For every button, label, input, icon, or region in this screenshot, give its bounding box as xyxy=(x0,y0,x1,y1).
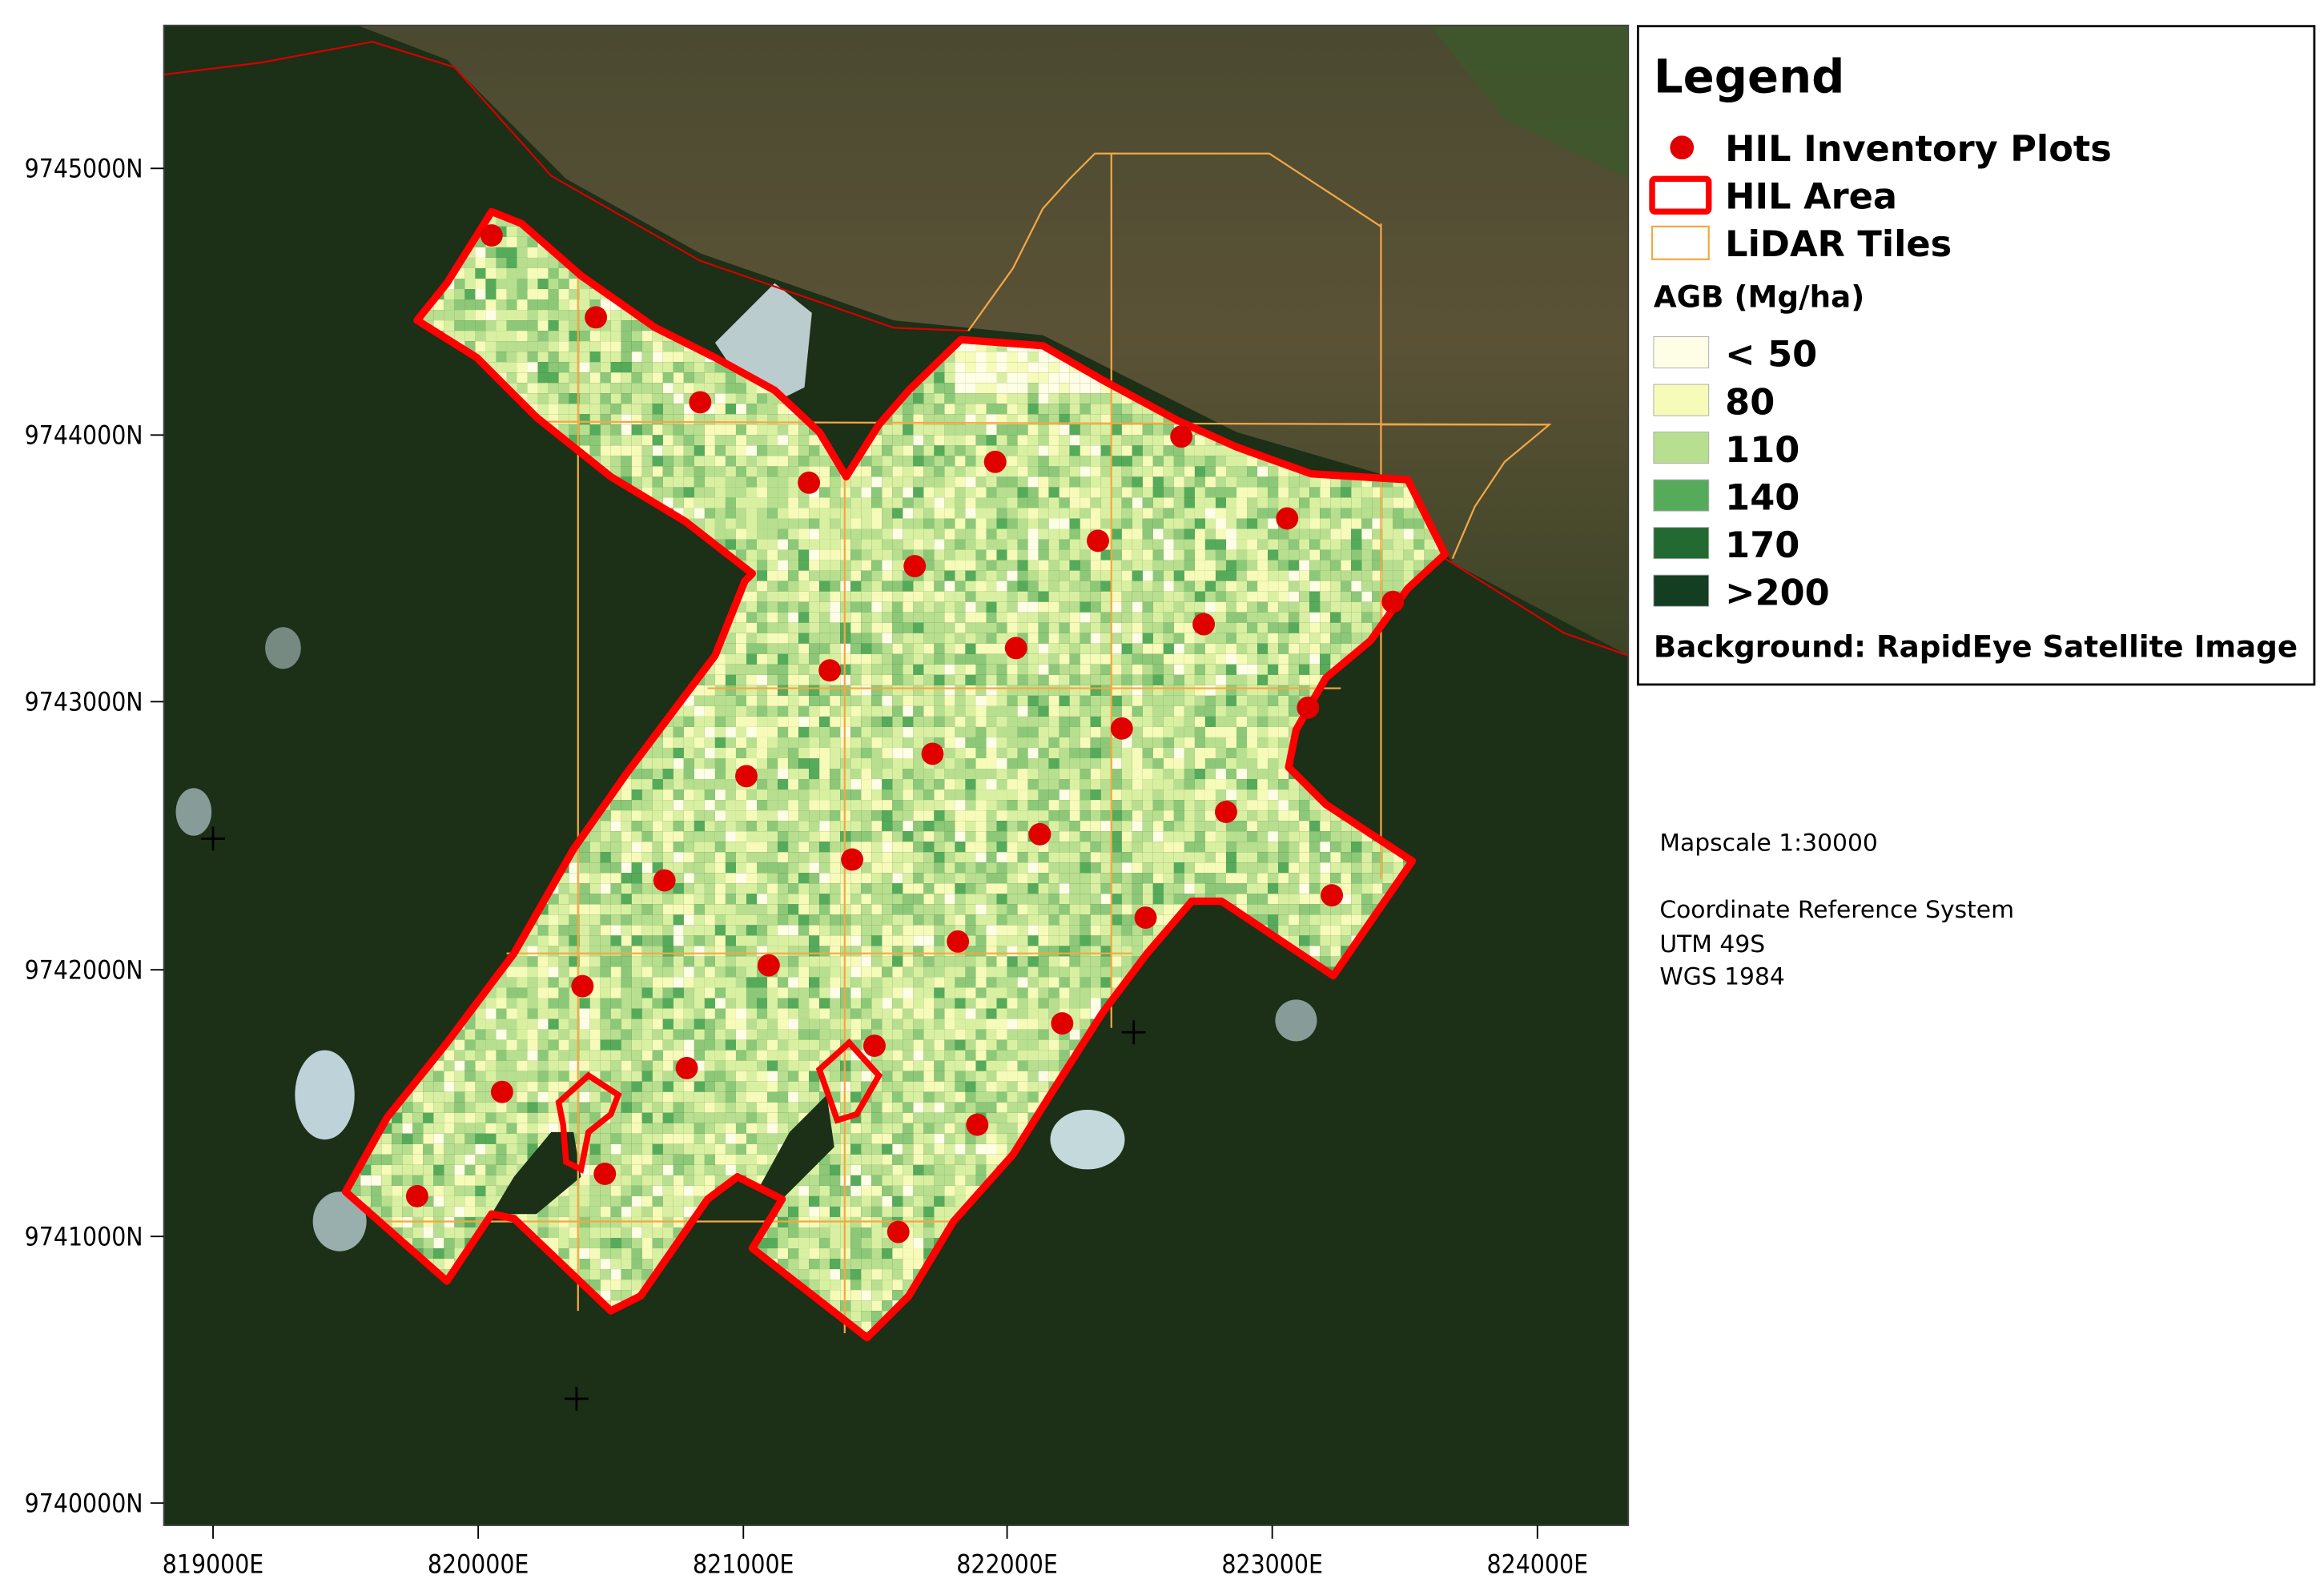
agb-class-swatch xyxy=(1653,574,1710,607)
map-layout: 819000E 820000E 821000E 822000E 823000E … xyxy=(25,24,2316,1580)
inventory-plot[interactable] xyxy=(585,306,608,329)
inventory-plot[interactable] xyxy=(1321,884,1344,907)
legend-label: HIL Area xyxy=(1725,176,1897,218)
legend-label: HIL Inventory Plots xyxy=(1725,128,2112,170)
lidar-tiles-symbol-icon xyxy=(1651,225,1710,260)
agb-legend-title: AGB (Mg/ha) xyxy=(1654,279,1864,314)
cloud xyxy=(295,1050,355,1140)
inventory-plot[interactable] xyxy=(480,224,503,247)
inventory-plot[interactable] xyxy=(593,1163,617,1185)
crs-projection: UTM 49S xyxy=(1659,930,1765,958)
inventory-plot[interactable] xyxy=(1276,507,1299,530)
agb-class-swatch xyxy=(1653,527,1710,560)
x-tick-label: 824000E xyxy=(1487,1551,1589,1580)
x-tick-label: 822000E xyxy=(956,1551,1058,1580)
inventory-plot[interactable] xyxy=(571,974,594,998)
inventory-plot[interactable] xyxy=(689,391,712,414)
y-tick-label: 9742000N xyxy=(25,956,143,985)
agb-class-label: 110 xyxy=(1725,429,1799,471)
agb-class-label: >200 xyxy=(1725,572,1830,613)
agb-class-swatch xyxy=(1653,336,1710,369)
inventory-plot[interactable] xyxy=(1110,717,1133,740)
hil-area-symbol-icon xyxy=(1649,175,1712,215)
map-info: Mapscale 1:30000 Coordinate Reference Sy… xyxy=(1659,829,2014,990)
inventory-plot[interactable] xyxy=(653,869,676,892)
agb-class-label: 170 xyxy=(1725,524,1799,566)
x-axis xyxy=(212,1525,1538,1539)
cloud xyxy=(1275,999,1317,1042)
background-note: Background: RapidEye Satellite Image xyxy=(1654,629,2298,664)
inventory-plot[interactable] xyxy=(757,954,780,977)
map-frame[interactable] xyxy=(163,25,1629,1526)
agb-class-swatch xyxy=(1653,432,1710,464)
agb-class-swatch xyxy=(1653,384,1710,416)
agb-class-label: 80 xyxy=(1725,381,1775,423)
y-tick-label: 9743000N xyxy=(25,688,143,717)
legend-label: LiDAR Tiles xyxy=(1725,223,1952,265)
agb-class-swatch xyxy=(1653,479,1710,512)
inventory-plot[interactable] xyxy=(841,848,864,871)
inventory-plot[interactable] xyxy=(1170,425,1193,448)
inventory-plot[interactable] xyxy=(1051,1012,1074,1035)
inventory-plot[interactable] xyxy=(818,659,842,682)
agb-class-label: < 50 xyxy=(1725,334,1817,376)
inventory-plot[interactable] xyxy=(490,1080,513,1103)
inventory-plot[interactable] xyxy=(1087,529,1109,552)
inventory-plot[interactable] xyxy=(1297,696,1320,719)
inventory-plot[interactable] xyxy=(1028,822,1051,846)
y-tick-label: 9741000N xyxy=(25,1223,143,1252)
inventory-plot[interactable] xyxy=(798,471,821,494)
cloud xyxy=(175,788,212,836)
legend-title: Legend xyxy=(1654,49,1845,103)
crs-title: Coordinate Reference System xyxy=(1659,896,2014,924)
cloud xyxy=(1050,1110,1125,1170)
cloud xyxy=(265,627,301,669)
inventory-plot[interactable] xyxy=(947,930,970,953)
y-tick-label: 9740000N xyxy=(25,1489,143,1518)
y-axis xyxy=(150,167,164,1505)
inventory-plot[interactable] xyxy=(966,1113,989,1136)
y-tick-label: 9745000N xyxy=(25,155,143,183)
agb-class-label: 140 xyxy=(1725,476,1799,518)
inventory-plot[interactable] xyxy=(887,1220,910,1243)
y-tick-label: 9744000N xyxy=(25,421,143,450)
inventory-plot[interactable] xyxy=(903,555,927,577)
inventory-plot[interactable] xyxy=(1381,590,1405,613)
inventory-plot[interactable] xyxy=(1215,801,1237,823)
legend: Legend HIL Inventory Plots HIL Area LiDA… xyxy=(1636,25,2316,686)
map-scale: Mapscale 1:30000 xyxy=(1659,829,1878,857)
inventory-plot[interactable] xyxy=(921,742,944,765)
x-tick-label: 823000E xyxy=(1221,1551,1322,1580)
inventory-plot[interactable] xyxy=(1192,613,1216,636)
inventory-plot[interactable] xyxy=(983,450,1007,473)
inventory-plot-symbol-icon xyxy=(1670,135,1695,160)
inventory-plot[interactable] xyxy=(405,1184,428,1207)
crs-datum: WGS 1984 xyxy=(1659,963,1785,991)
x-tick-label: 819000E xyxy=(163,1551,263,1580)
x-tick-labels: 819000E 820000E 821000E 822000E 823000E … xyxy=(163,1551,1588,1580)
x-tick-label: 821000E xyxy=(693,1551,794,1580)
inventory-plot[interactable] xyxy=(1004,637,1027,660)
x-tick-label: 820000E xyxy=(428,1551,529,1580)
inventory-plot[interactable] xyxy=(863,1035,886,1057)
inventory-plot[interactable] xyxy=(735,765,758,788)
inventory-plot[interactable] xyxy=(675,1056,698,1079)
inventory-plot[interactable] xyxy=(1134,906,1157,929)
y-tick-labels: 9745000N 9744000N 9743000N 9742000N 9741… xyxy=(25,155,143,1518)
